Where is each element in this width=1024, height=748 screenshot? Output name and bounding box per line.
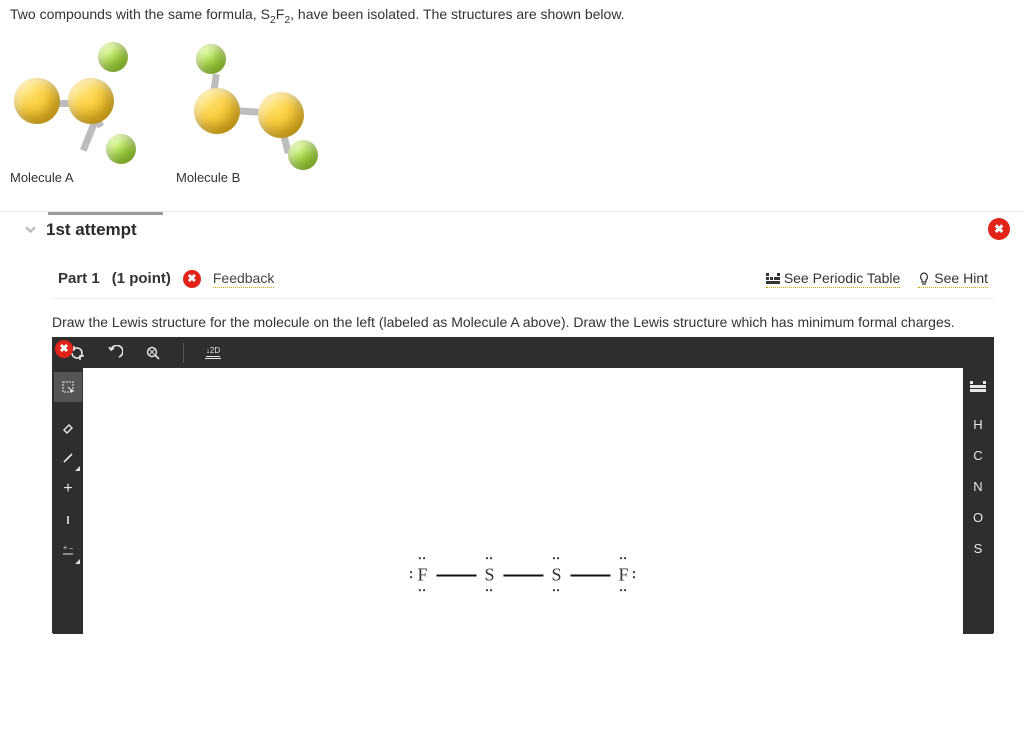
feedback-link[interactable]: Feedback bbox=[213, 270, 274, 288]
mode-2d-button[interactable]: ↓2D bbox=[204, 346, 222, 359]
element-n-button[interactable]: N bbox=[964, 472, 992, 502]
periodic-mini-icon[interactable] bbox=[964, 372, 992, 402]
charge-tool[interactable]: +− bbox=[54, 536, 82, 566]
element-c-button[interactable]: C bbox=[964, 441, 992, 471]
element-o-button[interactable]: O bbox=[964, 503, 992, 533]
remove-tool[interactable] bbox=[54, 505, 82, 535]
periodic-table-link[interactable]: See Periodic Table bbox=[766, 270, 900, 288]
select-tool[interactable] bbox=[54, 372, 82, 402]
molecule-a-label: Molecule A bbox=[10, 170, 160, 185]
attempt-title: 1st attempt bbox=[46, 220, 137, 240]
molecule-a-figure bbox=[10, 36, 160, 166]
molecule-b-figure bbox=[176, 36, 336, 166]
svg-text:+: + bbox=[63, 545, 67, 552]
part-label: Part 1 bbox=[58, 270, 100, 287]
attempt-header[interactable]: 1st attempt ✖ bbox=[0, 212, 1024, 260]
periodic-table-icon bbox=[766, 273, 780, 285]
close-icon[interactable]: ✖ bbox=[988, 218, 1010, 240]
lewis-structure: ••••••F ••••S ••••S ••••••F bbox=[415, 557, 630, 594]
question-text: Two compounds with the same formula, S2F… bbox=[10, 6, 1014, 26]
editor-top-toolbar: ↓2D bbox=[53, 338, 993, 368]
part-points: (1 point) bbox=[112, 270, 171, 287]
zoom-icon[interactable] bbox=[145, 345, 163, 361]
editor-right-toolbar: H C N O S bbox=[963, 368, 993, 634]
editor-error-icon: ✖ bbox=[55, 340, 73, 358]
eraser-tool[interactable] bbox=[54, 412, 82, 442]
hint-link[interactable]: See Hint bbox=[918, 270, 988, 288]
single-bond-tool[interactable] bbox=[54, 443, 82, 473]
svg-text:−: − bbox=[69, 546, 73, 553]
error-icon: ✖ bbox=[183, 270, 201, 288]
hint-icon bbox=[918, 272, 930, 286]
part-instruction: Draw the Lewis structure for the molecul… bbox=[52, 299, 994, 339]
structure-editor: ↓2D + bbox=[52, 337, 994, 633]
molecule-b-label: Molecule B bbox=[176, 170, 336, 185]
element-h-button[interactable]: H bbox=[964, 410, 992, 440]
undo-icon[interactable] bbox=[107, 345, 125, 361]
chevron-down-icon bbox=[25, 224, 36, 235]
part-header: Part 1 (1 point) ✖ Feedback See Periodic… bbox=[52, 260, 994, 299]
molecule-row: Molecule A Molecule B bbox=[10, 36, 1014, 185]
element-s-button[interactable]: S bbox=[964, 534, 992, 564]
add-tool[interactable]: + bbox=[54, 474, 82, 504]
editor-left-toolbar: + +− bbox=[53, 368, 83, 634]
drawing-canvas[interactable]: ••••••F ••••S ••••S ••••••F bbox=[83, 368, 963, 634]
